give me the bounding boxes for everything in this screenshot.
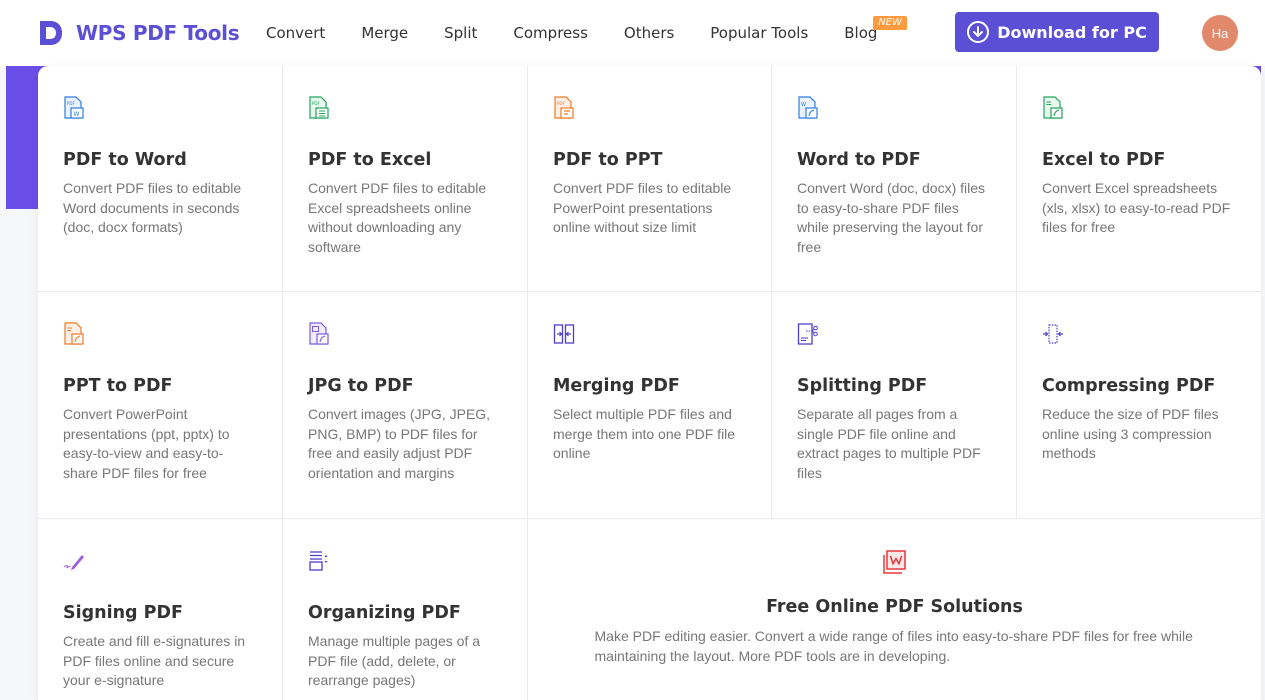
tool-excel-to-pdf[interactable]: Excel to PDF Convert Excel spreadsheets … [1017,66,1261,292]
tool-description: Manage multiple pages of a PDF file (add… [308,633,480,688]
nav-others[interactable]: Others [624,24,674,42]
nav-merge[interactable]: Merge [361,24,408,42]
nav-compress[interactable]: Compress [513,24,587,42]
tool-jpg-to-pdf[interactable]: JPG to PDF Convert images (JPG, JPEG, PN… [283,292,528,519]
tool-description: Reduce the size of PDF files online usin… [1042,406,1219,461]
nav-split[interactable]: Split [444,24,477,42]
excel-to-pdf-icon [1043,96,1063,119]
pdf-solutions-icon [882,550,906,574]
wps-logo-icon [40,21,62,45]
tool-description: Convert PowerPoint presentations (ppt, p… [63,406,230,481]
tool-pdf-to-excel[interactable]: PDF PDF to Excel Convert PDF files to ed… [283,66,528,292]
svg-text:PDF: PDF [557,101,565,106]
download-for-pc-button[interactable]: Download for PC [955,12,1159,52]
avatar[interactable]: Ha [1202,15,1238,51]
tool-description: Convert images (JPG, JPEG, PNG, BMP) to … [308,406,491,481]
brand-name: WPS PDF Tools [76,21,240,45]
tool-word-to-pdf[interactable]: W Word to PDF Convert Word (doc, docx) f… [772,66,1017,292]
new-badge: NEW [873,16,907,30]
main-nav: Convert Merge Split Compress Others Popu… [266,16,907,44]
pdf-to-ppt-icon: PDF [554,96,574,119]
tools-grid: PDF W PDF to Word Convert PDF files to e… [38,66,1261,700]
tool-title: Compressing PDF [1042,376,1216,396]
tool-ppt-to-pdf[interactable]: PPT to PDF Convert PowerPoint presentati… [38,292,283,519]
ppt-to-pdf-icon [64,322,84,345]
tool-description: Convert PDF files to editable Word docum… [63,180,242,235]
organize-icon [309,551,328,571]
download-arrow-icon [967,21,990,43]
top-header: WPS PDF Tools Convert Merge Split Compre… [0,0,1265,66]
tool-title: PDF to PPT [553,150,663,170]
tools-panel: PDF W PDF to Word Convert PDF files to e… [38,66,1261,700]
svg-text:PDF: PDF [67,101,75,106]
tool-description: Convert PDF files to editable Excel spre… [308,180,487,255]
tool-title: JPG to PDF [308,376,414,396]
tool-organizing-pdf[interactable]: Organizing PDF Manage multiple pages of … [283,519,528,700]
word-to-pdf-icon: W [798,96,818,119]
tool-title: Organizing PDF [308,603,461,623]
tool-title: Signing PDF [63,603,183,623]
tool-title: PDF to Excel [308,150,432,170]
tool-title: Splitting PDF [797,376,928,396]
tool-description: Select multiple PDF files and merge them… [553,406,736,461]
tool-splitting-pdf[interactable]: Splitting PDF Separate all pages from a … [772,292,1017,519]
pdf-to-word-icon: PDF W [64,96,84,119]
tool-description: Convert Excel spreadsheets (xls, xlsx) t… [1042,180,1231,235]
tool-pdf-to-word[interactable]: PDF W PDF to Word Convert PDF files to e… [38,66,283,292]
tool-title: PPT to PDF [63,376,173,396]
tool-merging-pdf[interactable]: Merging PDF Select multiple PDF files an… [528,292,772,519]
tool-description: Convert PDF files to editable PowerPoint… [553,180,732,235]
svg-text:PDF: PDF [312,101,320,106]
split-icon [797,323,818,345]
jpg-to-pdf-icon [309,322,329,345]
tool-signing-pdf[interactable]: Signing PDF Create and fill e-signatures… [38,519,283,700]
logo[interactable]: WPS PDF Tools [38,17,240,49]
tool-description: Convert Word (doc, docx) files to easy-t… [797,180,986,255]
solutions-description: Make PDF editing easier. Convert a wide … [594,628,1193,664]
solutions-title: Free Online PDF Solutions [766,597,1023,617]
tool-description: Create and fill e-signatures in PDF file… [63,633,246,688]
nav-convert[interactable]: Convert [266,24,325,42]
merge-icon [553,324,575,344]
download-label: Download for PC [997,22,1147,42]
tool-title: Merging PDF [553,376,680,396]
pdf-to-excel-icon: PDF [309,96,329,119]
free-online-pdf-solutions: Free Online PDF Solutions Make PDF editi… [528,519,1261,700]
svg-text:W: W [74,111,80,118]
tool-title: Word to PDF [797,150,921,170]
tool-description: Separate all pages from a single PDF fil… [797,406,981,481]
nav-blog[interactable]: Blog NEW [844,16,907,42]
nav-popular-tools[interactable]: Popular Tools [710,24,808,42]
tool-compressing-pdf[interactable]: Compressing PDF Reduce the size of PDF f… [1017,292,1261,519]
tool-title: Excel to PDF [1042,150,1166,170]
tool-pdf-to-ppt[interactable]: PDF PDF to PPT Convert PDF files to edit… [528,66,772,292]
compress-icon [1043,324,1063,344]
sign-icon [63,555,84,570]
tool-title: PDF to Word [63,150,187,170]
svg-text:W: W [801,102,806,108]
